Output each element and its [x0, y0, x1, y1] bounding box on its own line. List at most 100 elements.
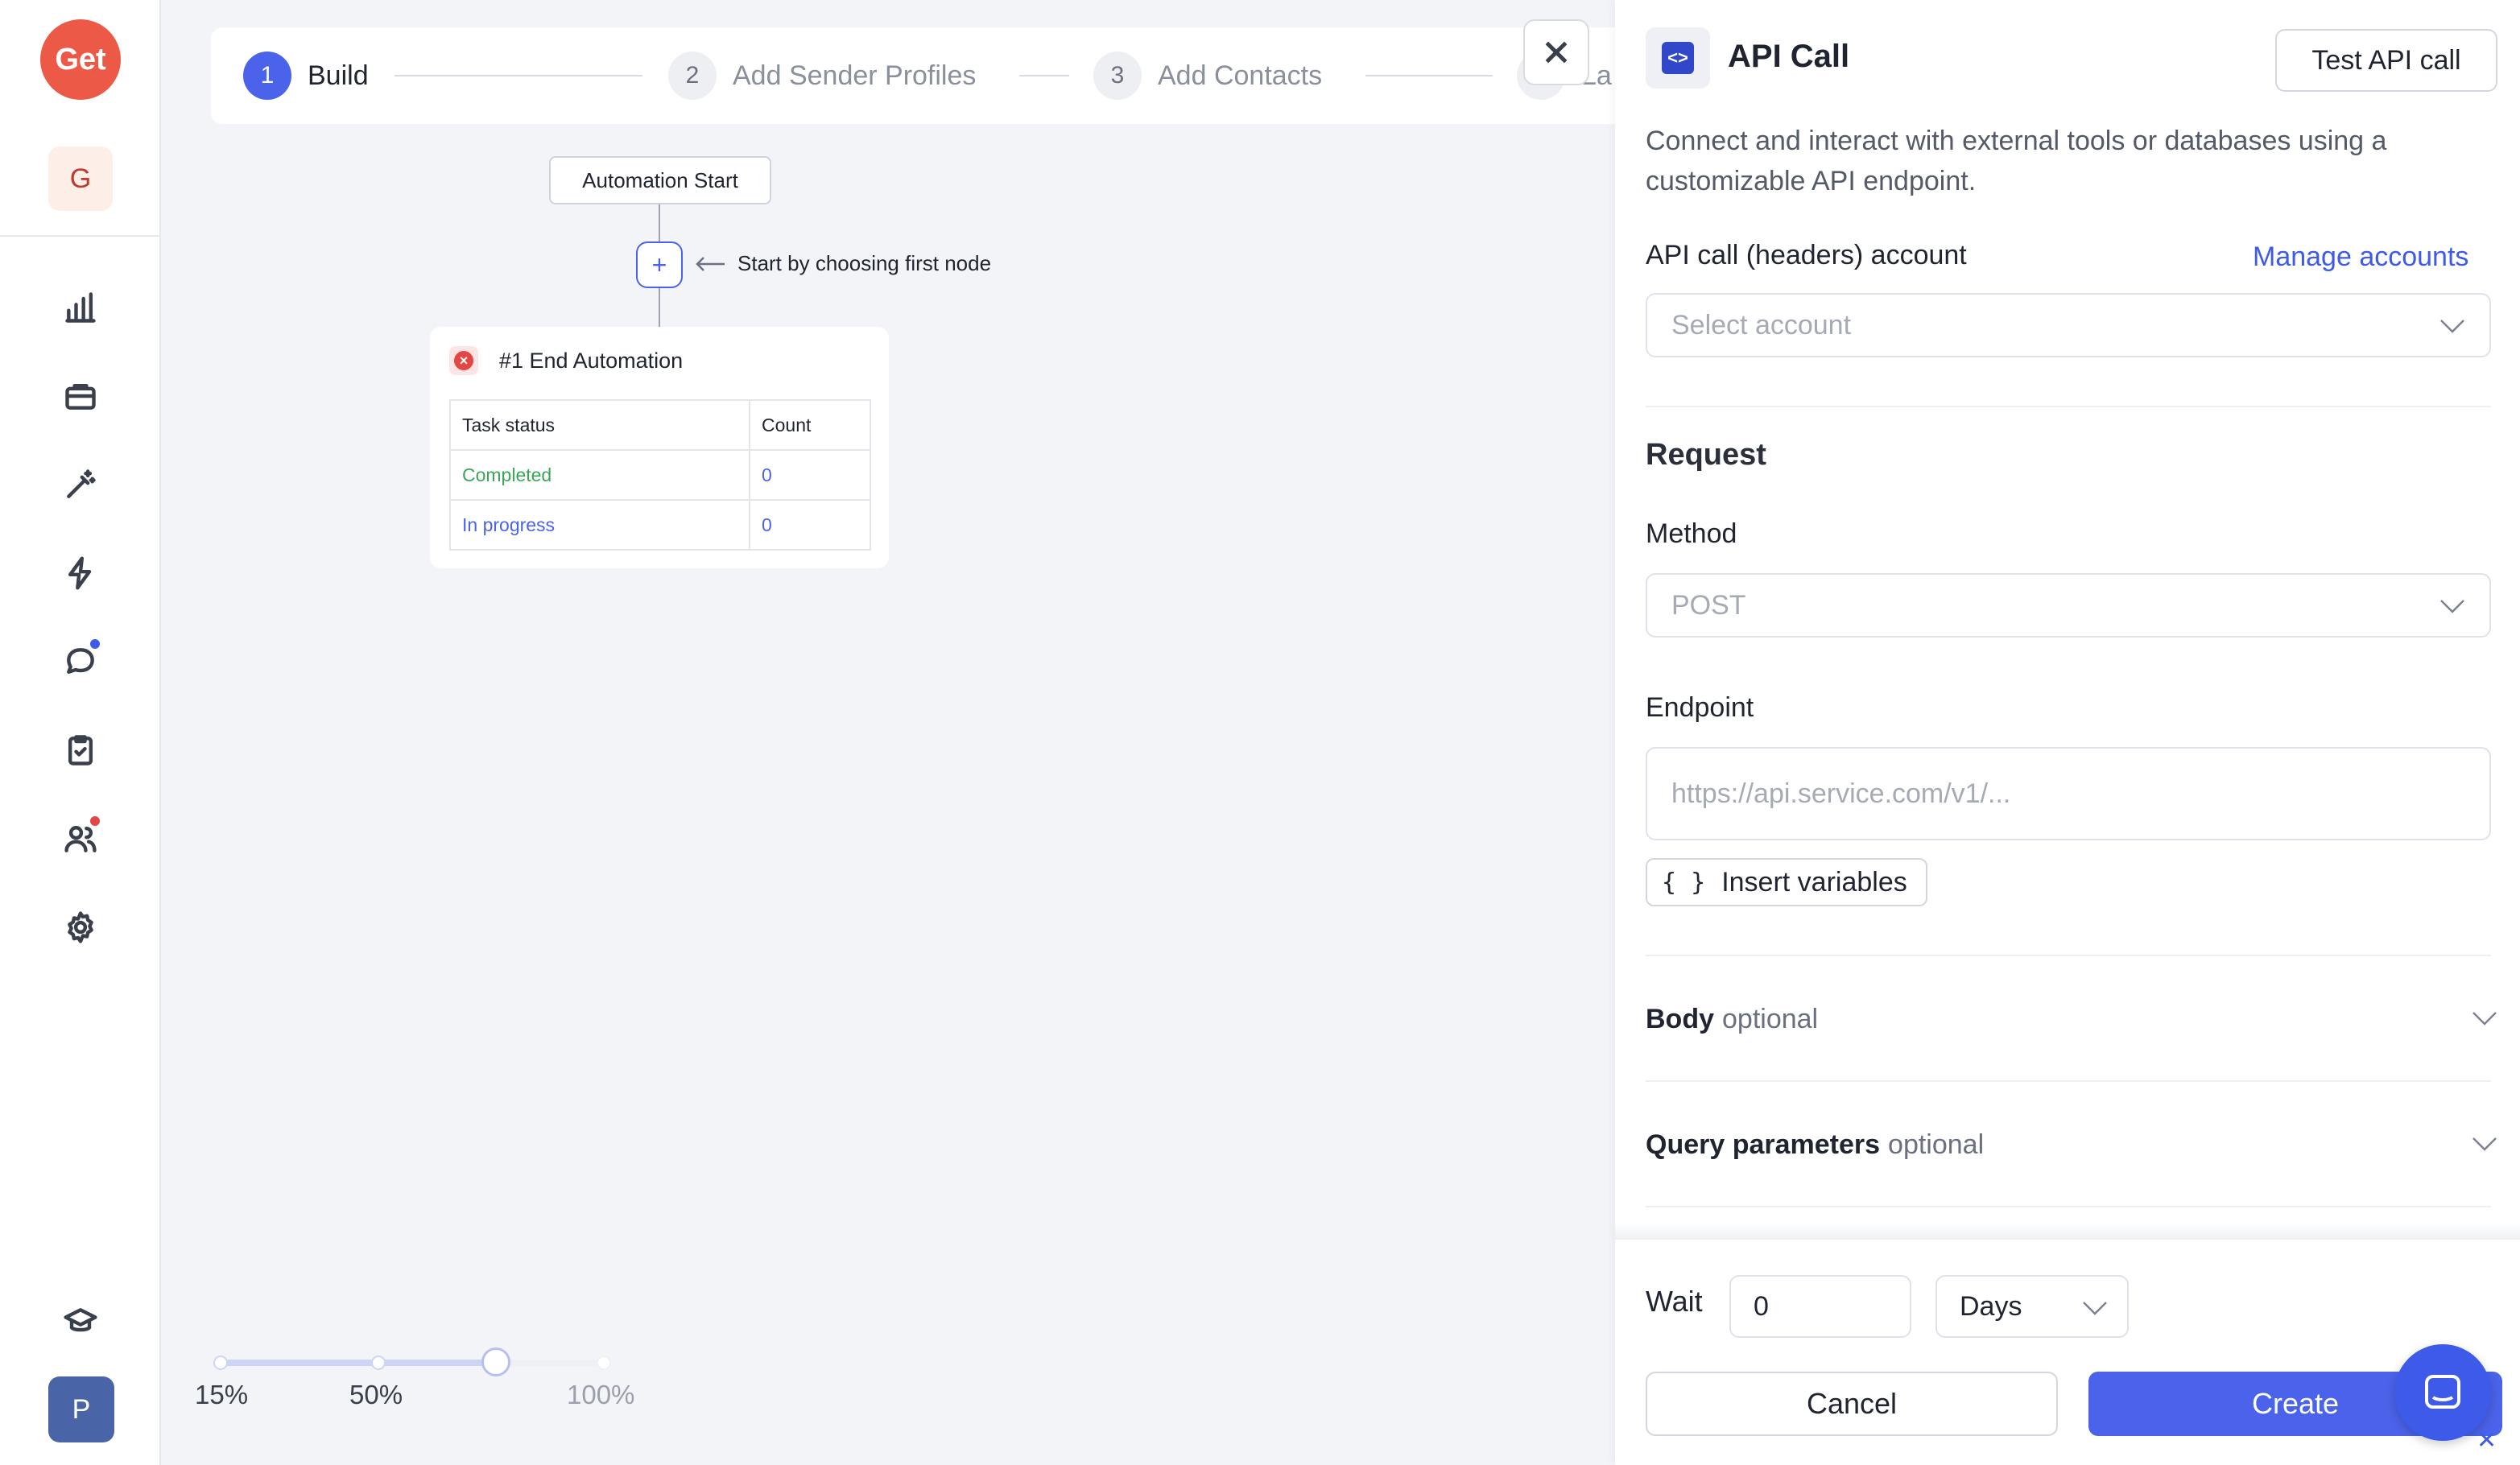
test-api-call-button[interactable]: Test API call: [2275, 29, 2497, 92]
chevron-down-icon: [2438, 314, 2467, 338]
task-status-table: Task status Count Completed 0 In progres…: [449, 399, 871, 551]
end-automation-node[interactable]: × #1 End Automation Task status Count Co…: [430, 327, 889, 568]
status-count: 0: [749, 499, 871, 551]
step-label: Add Sender Profiles: [733, 60, 977, 91]
status-count: 0: [749, 449, 871, 501]
step-number: 2: [668, 52, 717, 100]
add-node-button[interactable]: +: [636, 241, 683, 288]
panel-title: API Call: [1728, 39, 1850, 74]
status-completed: Completed: [449, 449, 750, 501]
account-label: API call (headers) account: [1646, 240, 1967, 270]
hint-text: Start by choosing first node: [737, 251, 992, 275]
insert-variables-button[interactable]: { } Insert variables: [1646, 858, 1927, 906]
step-number: 3: [1093, 52, 1142, 100]
chevron-down-icon: [2438, 594, 2467, 618]
endpoint-label: Endpoint: [1646, 692, 1754, 723]
endpoint-input[interactable]: https://api.service.com/v1/...: [1646, 747, 2491, 840]
manage-accounts-link[interactable]: Manage accounts: [2253, 241, 2468, 273]
section-divider: [1646, 406, 2491, 407]
table-header-row: Task status Count: [449, 399, 871, 451]
step-label: Build: [308, 60, 369, 91]
end-node-title-text: #1 End Automation: [499, 348, 684, 373]
wait-value: 0: [1754, 1290, 1769, 1322]
query-label: Query parameters: [1646, 1129, 1881, 1160]
account-select[interactable]: Select account: [1646, 293, 2491, 357]
account-select-placeholder: Select account: [1671, 309, 1852, 340]
section-divider: [1646, 955, 2491, 956]
table-row: Completed 0: [449, 449, 871, 501]
user-avatar[interactable]: P: [48, 1376, 114, 1442]
chat-notification-badge: [89, 638, 101, 650]
endpoint-placeholder: https://api.service.com/v1/...: [1671, 778, 2011, 809]
first-node-hint: Start by choosing first node: [694, 251, 991, 276]
braces-icon: { }: [1662, 868, 1706, 897]
zoom-tick[interactable]: [213, 1356, 228, 1370]
step-connector: [1019, 75, 1069, 76]
chevron-down-icon: [2080, 1296, 2109, 1327]
code-icon: <>: [1646, 27, 1710, 89]
panel-footer: Wait 0 Days Cancel Create: [1615, 1240, 2520, 1465]
column-header: Task status: [449, 399, 750, 451]
footer-shadow: [1615, 1224, 2520, 1240]
clipboard-icon[interactable]: [56, 726, 105, 774]
zoom-label-50[interactable]: 50%: [349, 1380, 403, 1410]
sidebar: Get G P: [0, 0, 161, 1465]
flow-connector: [659, 288, 660, 327]
magic-wand-icon[interactable]: [56, 460, 105, 509]
graduation-cap-icon[interactable]: [56, 1298, 105, 1346]
column-header: Count: [749, 399, 871, 451]
chevron-down-icon: [2470, 1132, 2499, 1163]
chat-icon[interactable]: [56, 638, 105, 686]
step-build[interactable]: 1 Build: [243, 52, 369, 100]
close-panel-button[interactable]: [1523, 19, 1589, 85]
lightning-icon[interactable]: [56, 549, 105, 597]
briefcase-icon[interactable]: [56, 372, 105, 420]
query-parameters-toggle[interactable]: Query parameters optional: [1646, 1120, 2499, 1169]
panel-description: Connect and interact with external tools…: [1646, 126, 2387, 196]
wait-label: Wait: [1646, 1285, 1703, 1318]
app-logo[interactable]: Get: [40, 19, 121, 100]
cancel-button[interactable]: Cancel: [1646, 1372, 2058, 1436]
wait-unit-select[interactable]: Days: [1935, 1275, 2129, 1338]
zoom-tick[interactable]: [597, 1356, 611, 1370]
gear-icon[interactable]: [56, 903, 105, 951]
body-optional: optional: [1722, 1003, 1819, 1034]
body-section-toggle[interactable]: Body optional: [1646, 995, 2499, 1043]
flow-connector: [659, 204, 660, 241]
query-optional: optional: [1888, 1129, 1985, 1160]
zoom-tick[interactable]: [371, 1356, 386, 1370]
body-label: Body: [1646, 1003, 1714, 1034]
analytics-icon[interactable]: [56, 283, 105, 332]
status-in-progress: In progress: [449, 499, 750, 551]
zoom-label-100[interactable]: 100%: [567, 1380, 634, 1410]
table-row: In progress 0: [449, 499, 871, 551]
chevron-down-icon: [2470, 1006, 2499, 1038]
users-icon[interactable]: [56, 815, 105, 863]
method-select[interactable]: POST: [1646, 573, 2491, 638]
users-notification-badge: [89, 815, 101, 827]
wait-unit-value: Days: [1960, 1290, 2022, 1322]
step-add-sender-profiles[interactable]: 2 Add Sender Profiles: [668, 52, 976, 100]
workspace-avatar[interactable]: G: [48, 146, 113, 211]
step-connector: [1365, 75, 1493, 76]
automation-start-node[interactable]: Automation Start: [549, 156, 771, 204]
zoom-slider-fill: [221, 1360, 496, 1366]
section-divider: [1646, 1206, 2491, 1207]
end-node-title: × #1 End Automation: [449, 346, 683, 375]
arrow-left-icon: [696, 256, 725, 271]
method-label: Method: [1646, 518, 1737, 549]
step-add-contacts[interactable]: 3 Add Contacts: [1093, 52, 1322, 100]
zoom-label-15[interactable]: 15%: [195, 1380, 248, 1410]
zoom-slider-thumb[interactable]: [481, 1347, 510, 1376]
wizard-stepper: 1 Build 2 Add Sender Profiles 3 Add Cont…: [211, 27, 1628, 124]
close-icon[interactable]: ✕: [2477, 1426, 2497, 1455]
request-section-title: Request: [1646, 438, 1766, 472]
wait-input[interactable]: 0: [1729, 1275, 1911, 1338]
api-call-panel: <> API Call Test API call Connect and in…: [1615, 0, 2520, 1465]
step-label: Add Contacts: [1158, 60, 1323, 91]
section-divider: [1646, 1080, 2491, 1082]
insert-variables-label: Insert variables: [1721, 866, 1907, 898]
chat-widget-icon: [2425, 1375, 2460, 1409]
sidebar-divider: [0, 235, 161, 237]
step-connector: [395, 75, 642, 76]
